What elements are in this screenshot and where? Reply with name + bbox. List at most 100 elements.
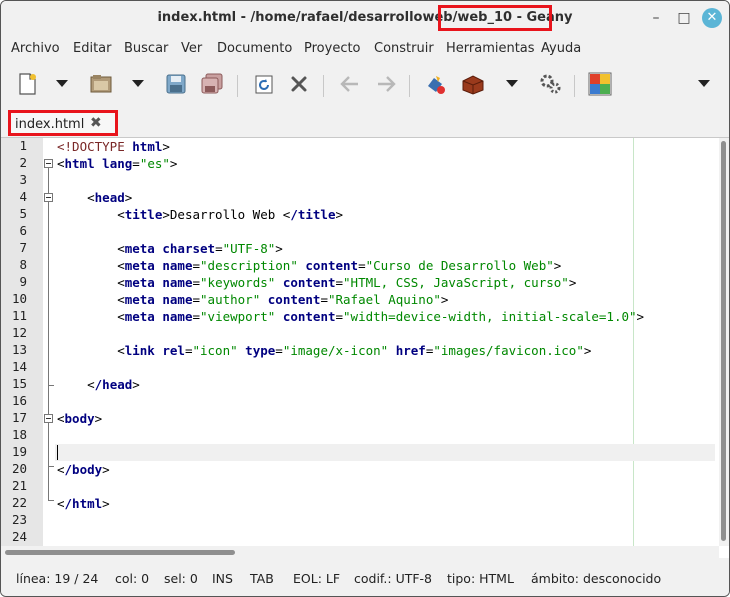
minimize-button[interactable]: – <box>647 9 665 27</box>
reload-icon[interactable] <box>251 71 277 97</box>
document-tab-bar: index.html ✖ <box>1 109 729 138</box>
menu-herramientas[interactable]: Herramientas <box>446 41 535 56</box>
line-number: 9 <box>19 274 27 289</box>
maximize-button[interactable]: □ <box>675 9 693 27</box>
line-number: 18 <box>11 427 27 442</box>
new-file-dropdown-icon[interactable] <box>56 80 68 87</box>
line-number: 15 <box>11 376 27 391</box>
toolbar-overflow-icon[interactable] <box>698 80 710 87</box>
save-icon[interactable] <box>163 71 189 97</box>
navigate-back-icon[interactable] <box>337 71 363 97</box>
status-sel: sel: 0 <box>164 571 198 586</box>
toolbar-separator <box>409 75 410 97</box>
status-ins: INS <box>212 571 233 586</box>
toolbar-separator <box>323 75 324 97</box>
line-number: 4 <box>19 189 27 204</box>
fold-end <box>48 385 54 386</box>
code-line: </head> <box>57 377 140 392</box>
tab-index-html[interactable]: index.html ✖ <box>8 110 118 136</box>
line-number: 17 <box>11 410 27 425</box>
build-icon[interactable] <box>460 71 486 97</box>
fold-toggle-html[interactable] <box>44 159 53 168</box>
code-line: <meta charset="UTF-8"> <box>57 241 283 256</box>
code-line: <meta name="author" content="Rafael Aqui… <box>57 292 449 307</box>
long-line-marker <box>633 138 634 546</box>
line-number: 7 <box>19 240 27 255</box>
code-line: </html> <box>57 496 110 511</box>
code-line: <html lang="es"> <box>57 156 178 171</box>
title-bar: index.html - /home/rafael/desarrolloweb/… <box>1 1 729 37</box>
code-line: <body> <box>57 411 103 426</box>
new-file-icon[interactable] <box>14 71 40 97</box>
menu-construir[interactable]: Construir <box>374 41 434 56</box>
fold-toggle-head[interactable] <box>44 193 53 202</box>
compile-icon[interactable] <box>423 71 449 97</box>
line-number: 6 <box>19 223 27 238</box>
line-number: 20 <box>11 461 27 476</box>
code-line: <head> <box>57 190 133 205</box>
fold-end <box>48 466 54 467</box>
status-col: col: 0 <box>115 571 150 586</box>
menu-editar[interactable]: Editar <box>73 41 112 56</box>
menu-ayuda[interactable]: Ayuda <box>541 41 581 56</box>
build-dropdown-icon[interactable] <box>506 80 518 87</box>
fold-line <box>48 168 49 500</box>
menu-bar: Archivo Editar Buscar Ver Documento Proy… <box>1 37 729 61</box>
line-number: 1 <box>19 138 27 153</box>
line-number: 8 <box>19 257 27 272</box>
code-line: <!DOCTYPE html> <box>57 139 170 154</box>
status-scope: ámbito: desconocido <box>531 571 662 586</box>
status-encoding: codif.: UTF-8 <box>354 571 433 586</box>
fold-toggle-body[interactable] <box>44 414 53 423</box>
line-number: 23 <box>11 512 27 527</box>
text-caret <box>57 445 58 460</box>
window-title: index.html - /home/rafael/desarrolloweb/… <box>1 10 729 25</box>
code-line: </body> <box>57 462 110 477</box>
line-number: 19 <box>11 444 27 459</box>
toolbar-separator <box>574 75 575 97</box>
menu-proyecto[interactable]: Proyecto <box>304 41 361 56</box>
line-number: 21 <box>11 478 27 493</box>
close-file-icon[interactable] <box>286 71 312 97</box>
menu-documento[interactable]: Documento <box>217 41 292 56</box>
line-number: 10 <box>11 291 27 306</box>
line-number: 2 <box>19 155 27 170</box>
menu-ver[interactable]: Ver <box>181 41 202 56</box>
save-all-icon[interactable] <box>199 71 225 97</box>
toolbar <box>1 63 729 107</box>
color-chooser-icon[interactable] <box>587 71 613 97</box>
execute-icon[interactable] <box>537 71 563 97</box>
code-line: <meta name="keywords" content="HTML, CSS… <box>57 275 577 290</box>
status-line: línea: 19 / 24 <box>16 571 99 586</box>
line-number: 22 <box>11 495 27 510</box>
status-tab: TAB <box>250 571 274 586</box>
menu-buscar[interactable]: Buscar <box>124 41 168 56</box>
code-line: <meta name="viewport" content="width=dev… <box>57 309 645 324</box>
line-number: 11 <box>11 308 27 323</box>
line-number: 12 <box>11 325 27 340</box>
toolbar-separator <box>237 75 238 97</box>
code-line: <link rel="icon" type="image/x-icon" hre… <box>57 343 592 358</box>
code-line: <meta name="description" content="Curso … <box>57 258 562 273</box>
status-filetype: tipo: HTML <box>447 571 514 586</box>
tab-label: index.html <box>15 117 85 132</box>
geany-window: index.html - /home/rafael/desarrolloweb/… <box>0 0 730 597</box>
line-number: 24 <box>11 529 27 544</box>
line-number: 14 <box>11 359 27 374</box>
status-bar: línea: 19 / 24 col: 0 sel: 0 INS TAB EOL… <box>1 561 729 596</box>
menu-archivo[interactable]: Archivo <box>11 41 60 56</box>
line-number: 13 <box>11 342 27 357</box>
open-file-dropdown-icon[interactable] <box>132 80 144 87</box>
current-line-highlight <box>55 444 715 461</box>
horizontal-scroll-thumb[interactable] <box>5 550 235 555</box>
line-number: 3 <box>19 172 27 187</box>
navigate-forward-icon[interactable] <box>373 71 399 97</box>
tab-close-icon[interactable]: ✖ <box>90 115 102 131</box>
code-editor[interactable]: 1 2 3 4 5 6 7 8 9 10 11 12 13 14 15 16 17 18 19 20 21 22 23 24 <… <box>1 138 729 558</box>
open-file-icon[interactable] <box>88 71 114 97</box>
vertical-scroll-thumb[interactable] <box>721 141 726 541</box>
status-eol: EOL: LF <box>293 571 341 586</box>
fold-end <box>48 500 54 501</box>
window-title-path: index.html - /home/rafael/desarrolloweb <box>157 10 453 25</box>
close-window-button[interactable]: ✕ <box>702 8 722 28</box>
